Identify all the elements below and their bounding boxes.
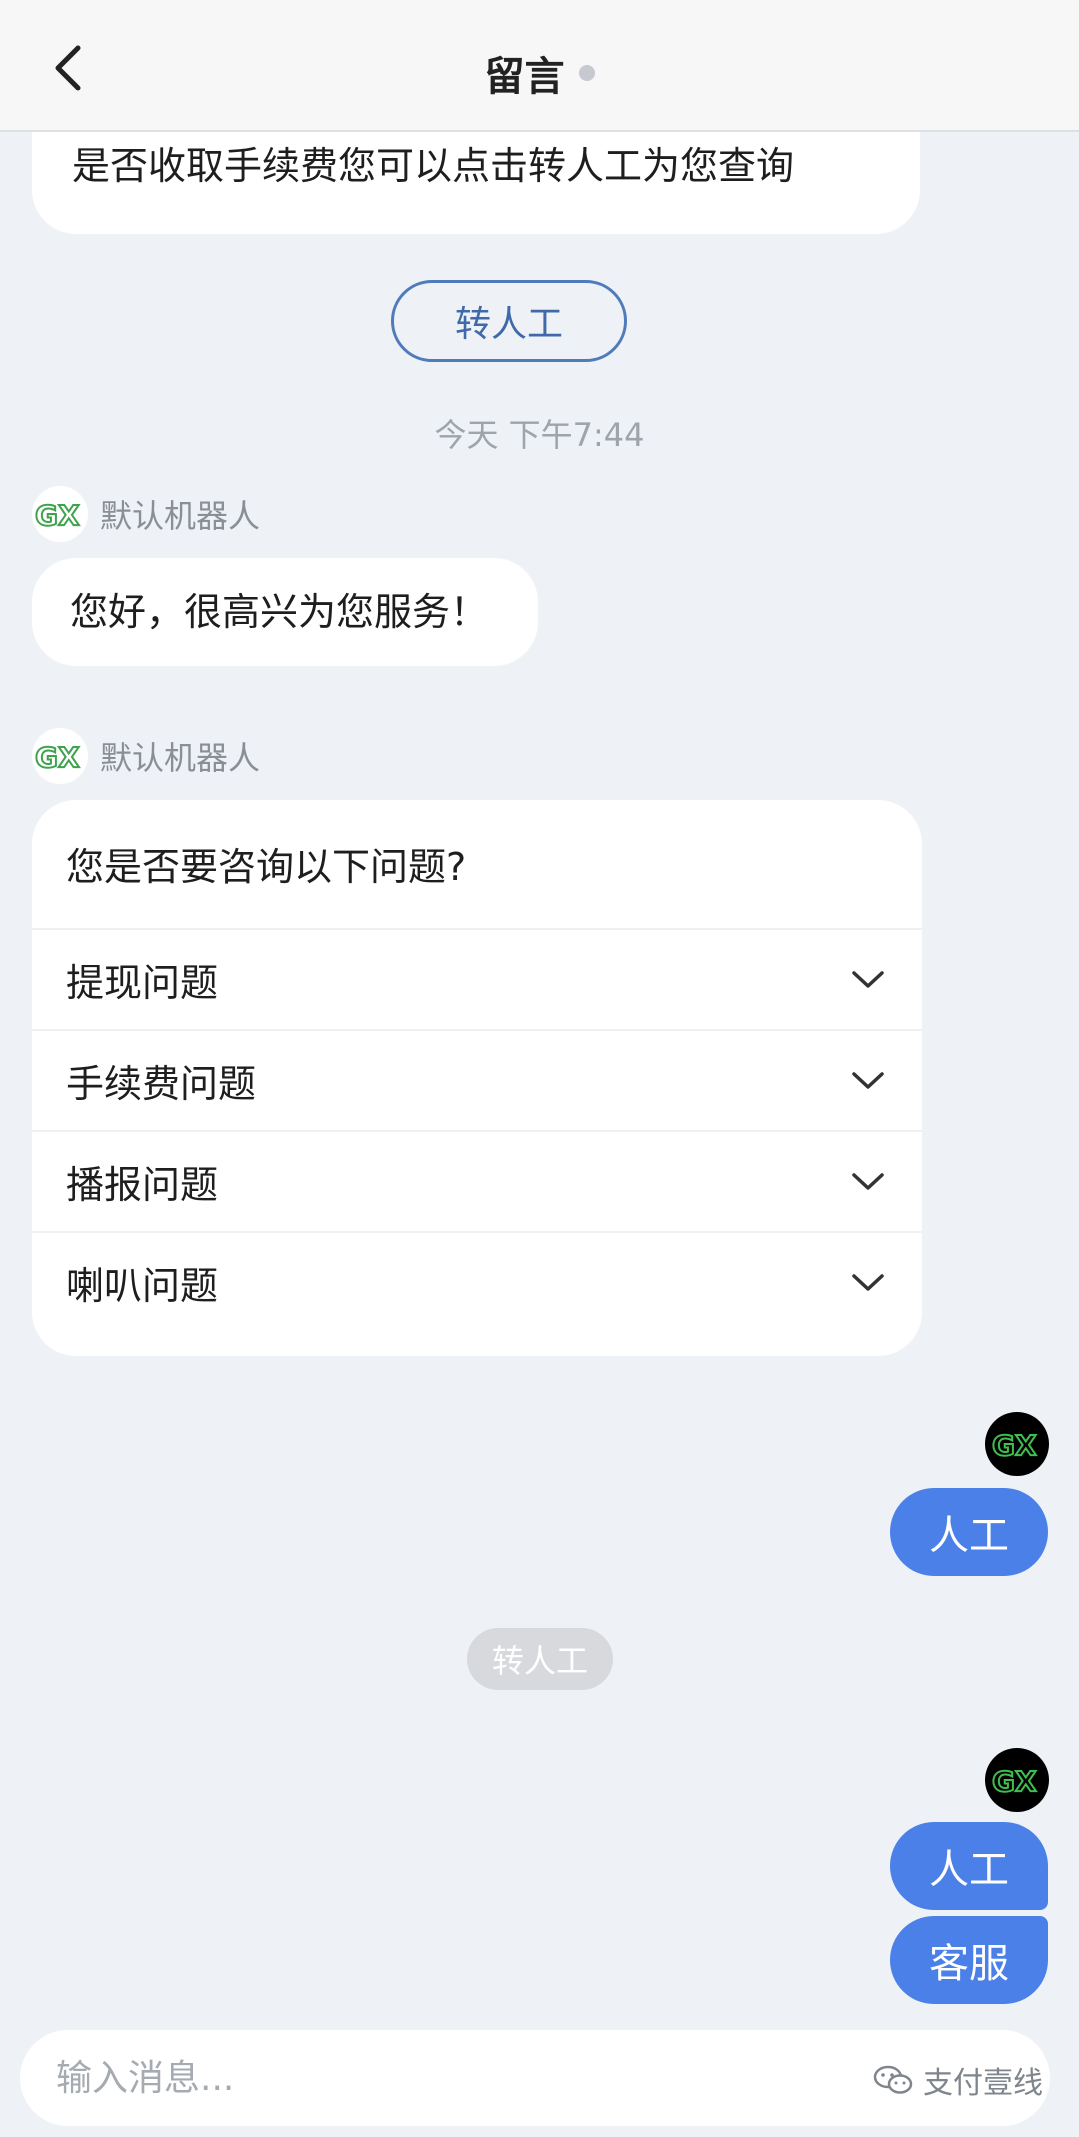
bot-greeting-bubble: 您好，很高兴为您服务！ [32, 558, 538, 666]
system-transfer-notice: 转人工 [467, 1628, 613, 1690]
bot-sender-row: GX 默认机器人 [32, 486, 260, 542]
transfer-to-human-button[interactable]: 转人工 [391, 280, 627, 362]
wechat-icon [873, 2065, 913, 2094]
chevron-down-icon [848, 960, 888, 1000]
faq-item-label: 手续费问题 [66, 1062, 257, 1106]
gx-logo-icon: GX [991, 1428, 1038, 1463]
bot-avatar: GX [32, 486, 88, 542]
faq-item-speaker[interactable]: 喇叭问题 [32, 1231, 922, 1332]
avatar-text: GX [992, 1765, 1037, 1798]
gx-logo-icon: GX [991, 1764, 1038, 1799]
user-message-bubble: 人工 [890, 1488, 1048, 1576]
bot-sender-row: GX 默认机器人 [32, 728, 260, 784]
faq-question: 您是否要咨询以下问题? [66, 845, 467, 889]
user-message-bubble: 客服 [890, 1916, 1048, 2004]
bot-name: 默认机器人 [100, 497, 261, 535]
chevron-down-icon [848, 1263, 888, 1303]
bot-avatar: GX [32, 728, 88, 784]
message-timestamp: 今天 下午7:44 [434, 416, 645, 454]
page-title: 留言 [484, 54, 565, 100]
chevron-down-icon [848, 1162, 888, 1202]
faq-item-label: 提现问题 [66, 961, 219, 1005]
avatar-text: GX [35, 499, 80, 532]
message-line: 是否收取手续费您可以点击转人工为您查询 [72, 144, 795, 188]
chevron-down-icon [848, 1061, 888, 1101]
faq-item-fee[interactable]: 手续费问题 [32, 1029, 922, 1130]
gx-logo-icon: GX [34, 498, 81, 533]
watermark-text: 支付壹线 [923, 2066, 1043, 2101]
faq-item-broadcast[interactable]: 播报问题 [32, 1130, 922, 1231]
gx-logo-icon: GX [34, 740, 81, 775]
faq-card: 您是否要咨询以下问题? 提现问题 手续费问题 播报问题 喇叭问题 [32, 800, 922, 1356]
faq-item-label: 喇叭问题 [66, 1264, 219, 1308]
faq-item-label: 播报问题 [66, 1163, 219, 1207]
user-avatar: GX [985, 1748, 1049, 1812]
bot-name: 默认机器人 [100, 739, 261, 777]
status-dot [578, 65, 595, 81]
user-avatar: GX [985, 1412, 1049, 1476]
avatar-text: GX [992, 1429, 1037, 1462]
avatar-text: GX [35, 741, 80, 774]
watermark: 支付壹线 [873, 2058, 1043, 2102]
faq-item-withdrawal[interactable]: 提现问题 [32, 928, 922, 1029]
page-title-area: 留言 [0, 44, 1079, 102]
user-message-bubble: 人工 [890, 1822, 1048, 1910]
top-nav-bar: 留言 [0, 0, 1079, 132]
